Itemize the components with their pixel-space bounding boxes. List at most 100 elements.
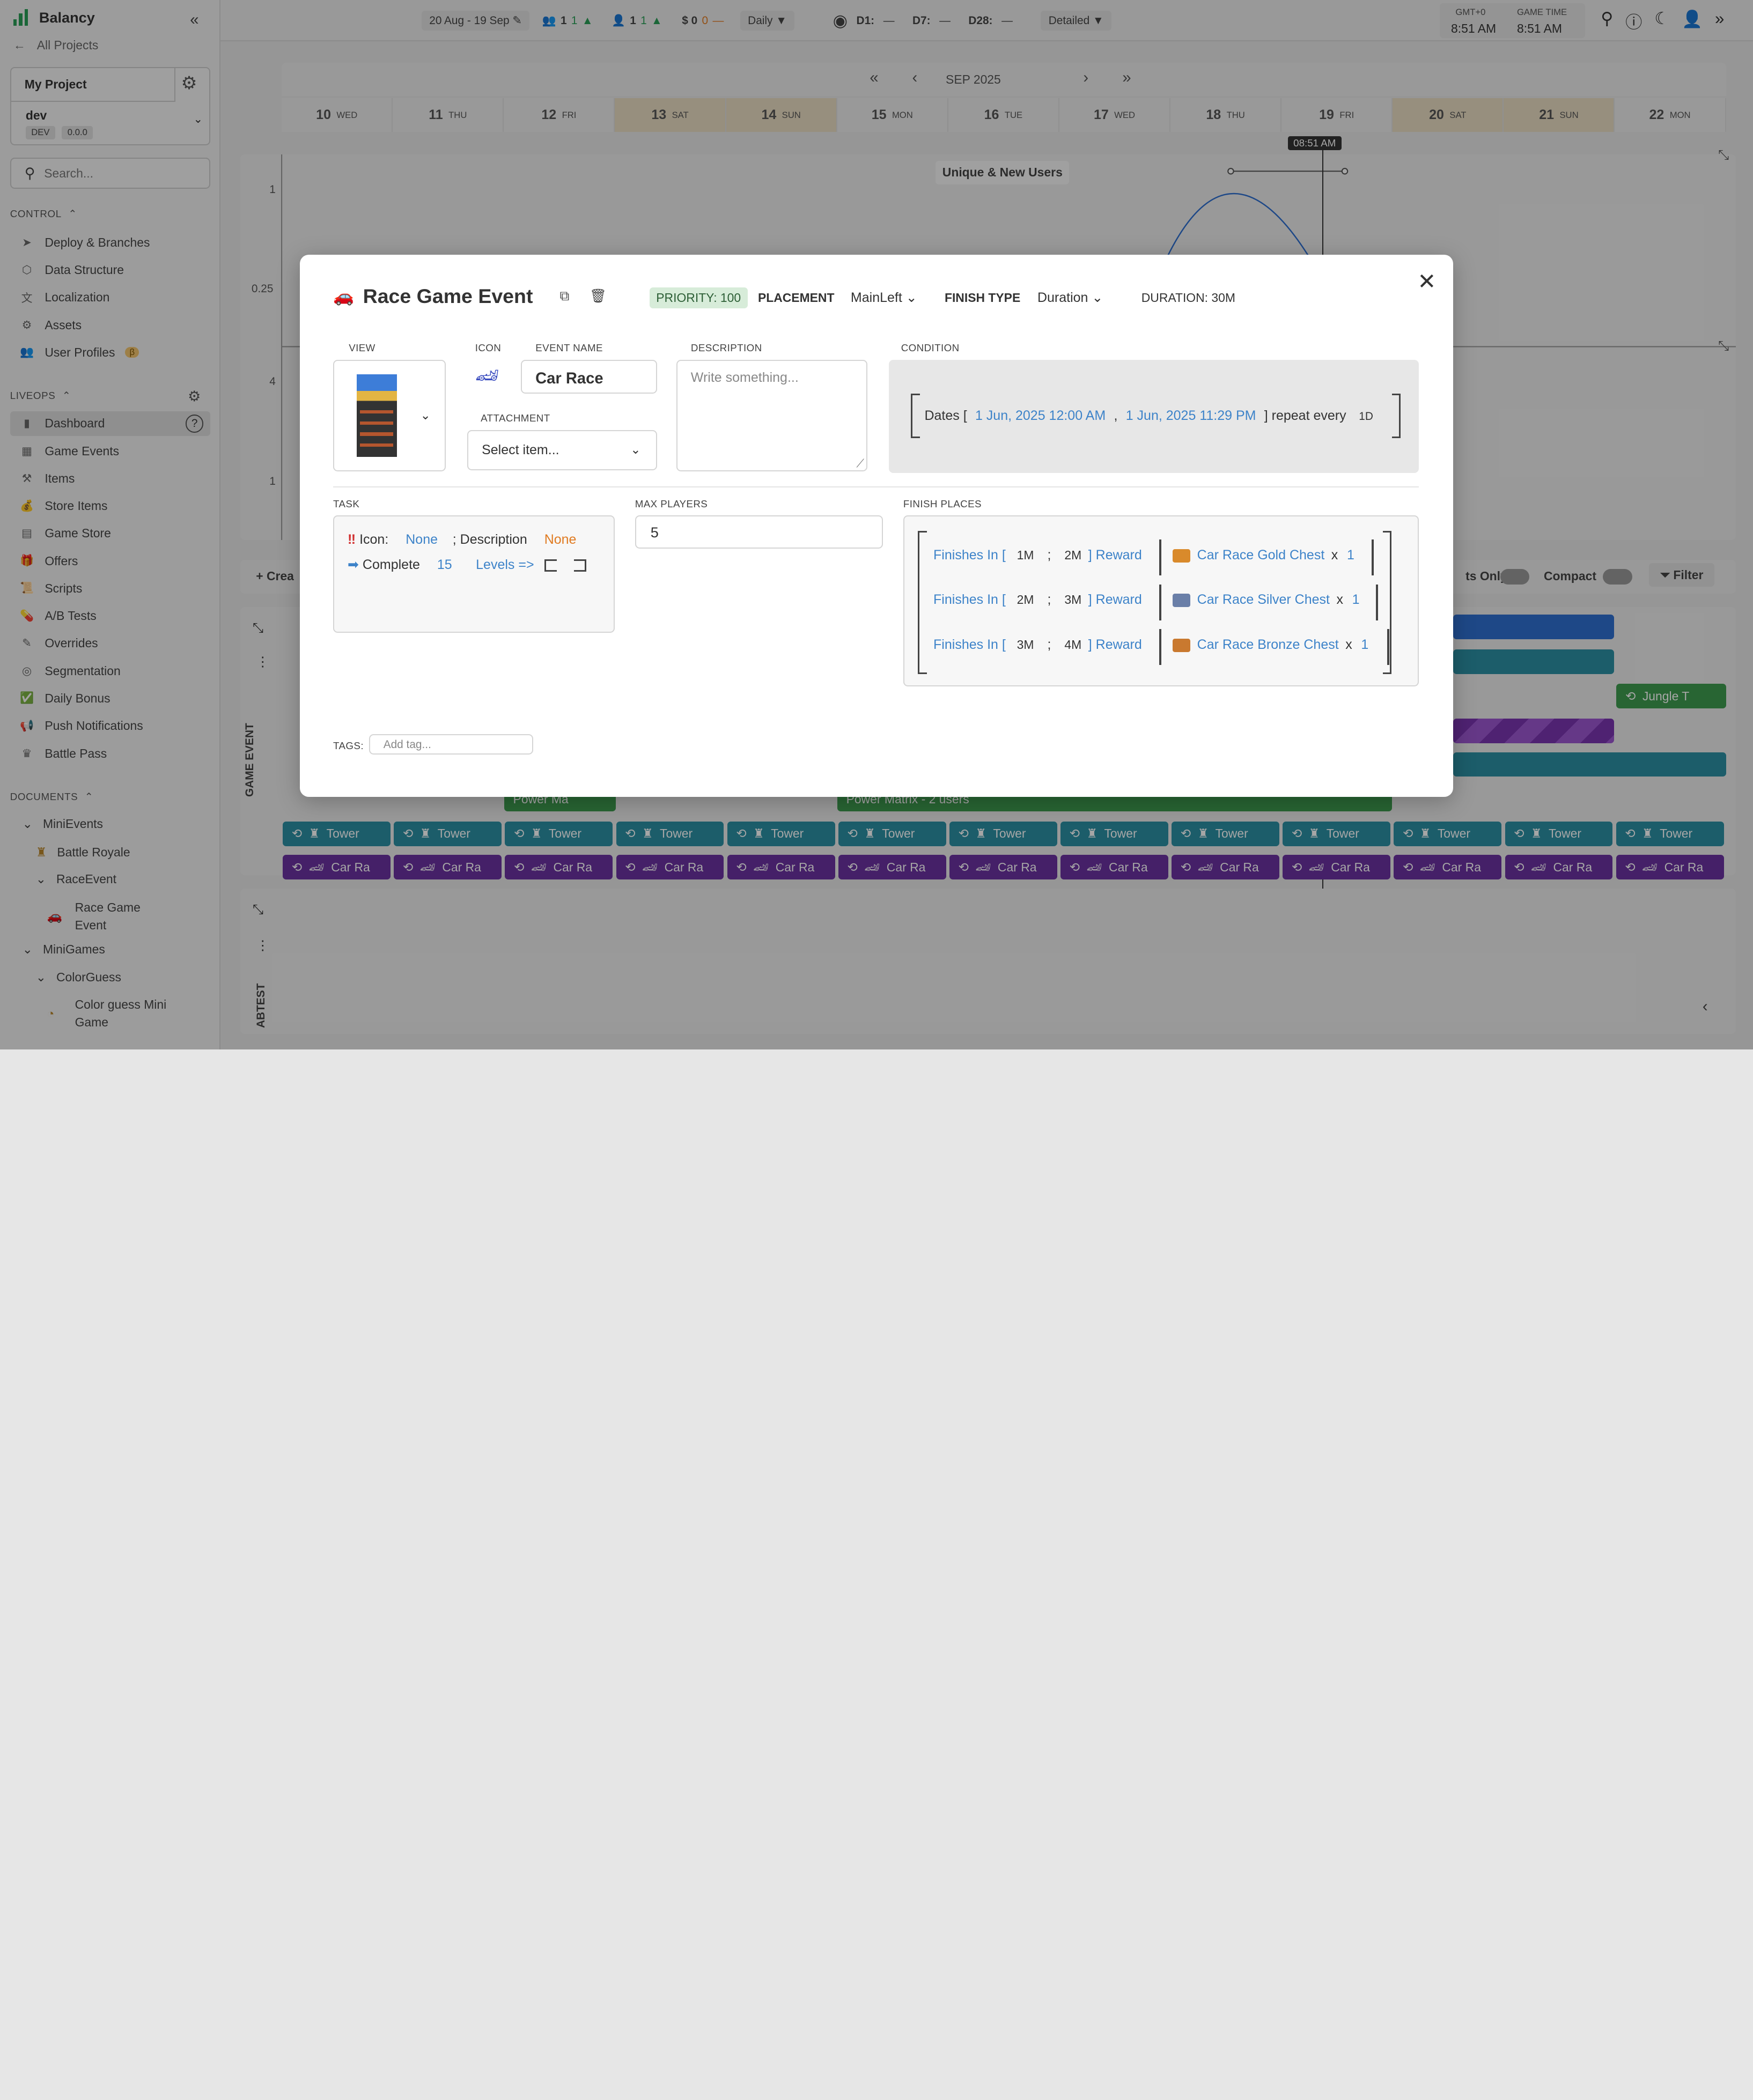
finish-type-label: FINISH TYPE	[944, 290, 1021, 305]
description-placeholder: Write something...	[690, 369, 799, 385]
icon-label: ICON	[475, 342, 502, 353]
reward-multiplier: x	[1331, 548, 1338, 563]
task-icon-label: Icon:	[359, 531, 389, 547]
condition-repeat-label: ] repeat every	[1264, 408, 1346, 423]
reward-label: ] Reward	[1088, 592, 1142, 608]
condition-label: CONDITION	[901, 342, 960, 353]
condition-box[interactable]: Dates [ 1 Jun, 2025 12:00 AM , 1 Jun, 20…	[888, 360, 1419, 473]
reward-label: ] Reward	[1088, 548, 1142, 563]
event-name-value: Car Race	[535, 369, 603, 387]
placement-value: MainLeft	[850, 290, 902, 305]
finish-place-row[interactable]: Finishes In [ 2M; 3M ] Reward	[933, 592, 1142, 608]
task-desc-label: ; Description	[452, 531, 527, 547]
event-editor-modal: 🚗 Race Game Event ⧉ 🗑 PRIORITY: 100 PLACE…	[299, 255, 1454, 797]
view-selector[interactable]: ⌄	[333, 360, 446, 472]
view-preview-image	[356, 374, 397, 457]
finish-place-row[interactable]: Finishes In [ 3M; 4M ] Reward	[933, 637, 1142, 653]
reward-count[interactable]: 1	[1361, 637, 1368, 652]
description-label: DESCRIPTION	[690, 342, 762, 353]
task-icon-value[interactable]: None	[406, 532, 438, 547]
reward-label: ] Reward	[1088, 637, 1142, 652]
tags-input[interactable]: Add tag...	[369, 734, 534, 755]
condition-dates-label: Dates [	[924, 408, 967, 423]
condition-sep: ,	[1114, 408, 1118, 423]
finish-to[interactable]: 2M	[1064, 548, 1081, 562]
event-name-input[interactable]: Car Race	[521, 360, 658, 394]
condition-date-to[interactable]: 1 Jun, 2025 11:29 PM	[1126, 408, 1256, 423]
finish-to[interactable]: 4M	[1064, 638, 1081, 652]
race-car-icon: 🚗	[333, 287, 354, 306]
task-desc-value[interactable]: None	[544, 532, 577, 547]
finish-places-box[interactable]: Finishes In [ 1M; 2M ] Reward Car Race Gold …	[903, 515, 1419, 686]
max-players-input[interactable]: 5	[635, 515, 883, 549]
divider	[333, 486, 1419, 487]
reward-name[interactable]: Car Race Gold Chest	[1197, 548, 1325, 563]
finish-semicolon: ;	[1047, 637, 1051, 652]
tags-label: TAGS:	[333, 740, 364, 751]
bracket-close	[1391, 393, 1401, 438]
task-box[interactable]: ‼ Icon: None ; Description None ➡ Comple…	[333, 515, 615, 633]
exclamation-icon: ‼	[348, 531, 356, 547]
reward-count[interactable]: 1	[1347, 548, 1354, 563]
reward-item[interactable]: Car Race Silver Chest x 1	[1159, 584, 1379, 620]
finish-from[interactable]: 1M	[1017, 548, 1034, 562]
finish-type-value: Duration	[1037, 290, 1088, 305]
max-players-label: MAX PLAYERS	[635, 498, 708, 510]
event-icon-car[interactable]: 🏎	[475, 364, 499, 387]
placement-label: PLACEMENT	[757, 290, 835, 305]
modal-title-text: Race Game Event	[363, 285, 533, 308]
reward-name[interactable]: Car Race Silver Chest	[1197, 592, 1330, 607]
reward-name[interactable]: Car Race Bronze Chest	[1197, 637, 1339, 652]
event-name-label: EVENT NAME	[535, 342, 603, 353]
finish-from[interactable]: 3M	[1017, 638, 1034, 652]
description-textarea[interactable]: Write something... ⟋	[676, 360, 868, 472]
chevron-down-icon: ⌄	[630, 442, 641, 457]
finish-semicolon: ;	[1047, 548, 1051, 563]
copy-icon[interactable]: ⧉	[556, 289, 573, 306]
bracket-open	[911, 393, 920, 438]
reward-count[interactable]: 1	[1352, 592, 1360, 607]
tags-placeholder: Add tag...	[383, 738, 431, 751]
reward-item[interactable]: Car Race Bronze Chest x 1	[1159, 629, 1390, 665]
finish-to[interactable]: 3M	[1064, 593, 1081, 607]
task-count[interactable]: 15	[437, 557, 452, 572]
attachment-value: Select item...	[482, 442, 559, 458]
modal-title: 🚗 Race Game Event	[333, 285, 533, 308]
condition-interval[interactable]: 1D	[1359, 410, 1373, 423]
duration-label: DURATION: 30M	[1141, 290, 1235, 305]
condition-date-from[interactable]: 1 Jun, 2025 12:00 AM	[975, 408, 1106, 423]
reward-item[interactable]: Car Race Gold Chest x 1	[1159, 539, 1374, 576]
finish-from[interactable]: 2M	[1017, 593, 1034, 607]
arrow-right-icon: ➡	[348, 557, 359, 572]
attachment-label: ATTACHMENT	[481, 412, 550, 424]
finishes-in-label: Finishes In [	[933, 637, 1006, 652]
priority-badge[interactable]: PRIORITY: 100	[649, 287, 748, 309]
task-levels-close-bracket	[573, 559, 586, 572]
reward-multiplier: x	[1336, 592, 1343, 608]
chevron-down-icon: ⌄	[420, 408, 431, 422]
finish-place-row[interactable]: Finishes In [ 1M; 2M ] Reward	[933, 548, 1142, 563]
treasure-chest-icon	[1172, 549, 1191, 563]
resize-handle-icon[interactable]: ⟋	[856, 457, 864, 470]
treasure-chest-icon	[1172, 594, 1191, 608]
task-label: TASK	[333, 498, 360, 510]
finishes-in-label: Finishes In [	[933, 592, 1006, 608]
finish-type-dropdown[interactable]: Duration ⌄	[1037, 290, 1103, 306]
trash-icon[interactable]: 🗑	[589, 289, 607, 306]
attachment-select[interactable]: Select item... ⌄	[467, 430, 658, 471]
placement-dropdown[interactable]: MainLeft ⌄	[851, 290, 917, 306]
finish-places-label: FINISH PLACES	[903, 498, 982, 510]
chevron-down-icon: ⌄	[1092, 290, 1103, 305]
close-icon[interactable]: ✕	[1418, 268, 1437, 294]
chevron-down-icon: ⌄	[905, 290, 917, 305]
task-complete-label: Complete	[362, 557, 420, 572]
view-label: VIEW	[349, 342, 375, 353]
finish-semicolon: ;	[1047, 592, 1051, 608]
max-players-value: 5	[650, 524, 659, 541]
bracket-open	[917, 530, 927, 674]
finishes-in-label: Finishes In [	[933, 548, 1006, 563]
task-levels[interactable]: Levels =>	[476, 557, 534, 572]
reward-multiplier: x	[1345, 637, 1352, 652]
task-levels-open-bracket	[544, 559, 557, 572]
treasure-chest-icon	[1172, 638, 1191, 652]
